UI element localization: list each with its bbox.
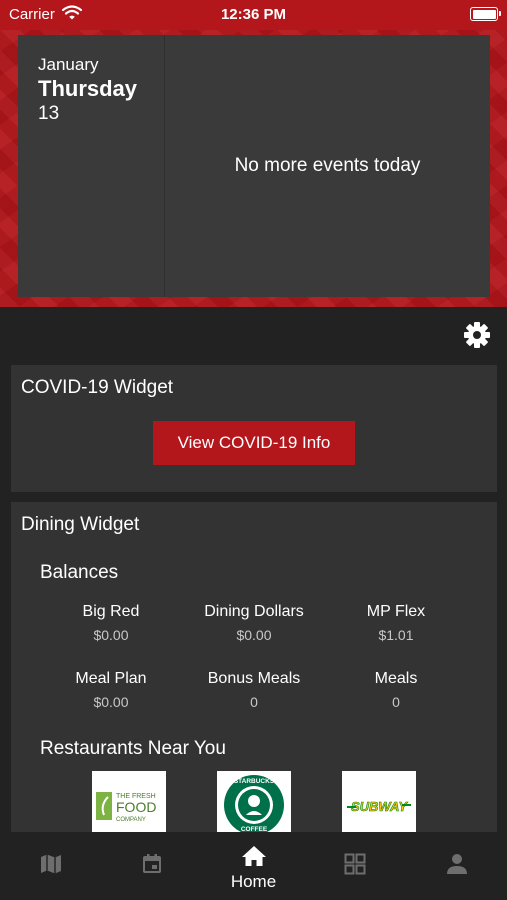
status-bar: Carrier 12:36 PM [0, 0, 507, 30]
balance-value: $0.00 [93, 694, 129, 710]
tab-calendar[interactable] [101, 832, 202, 900]
balance-name: Meals [374, 670, 418, 687]
restaurant-subway[interactable]: SUBWAY [342, 771, 416, 832]
person-icon [446, 854, 467, 874]
settings-gear-icon[interactable] [463, 321, 491, 349]
balance-value: $1.01 [378, 627, 414, 643]
restaurant-starbucks[interactable]: STARBUCKS COFFEE [217, 771, 291, 832]
tab-map[interactable] [0, 832, 101, 900]
fresh-food-logo-icon: THE FRESH FOOD COMPANY [96, 792, 156, 823]
svg-text:SUBWAY: SUBWAY [351, 799, 408, 814]
tab-profile[interactable] [406, 832, 507, 900]
no-events-message: No more events today [234, 155, 421, 176]
balance-dining-dollars: Dining Dollars $0.00 [184, 603, 324, 643]
header-banner: January Thursday 13 No more events today [0, 0, 507, 307]
balance-mp-flex: MP Flex $1.01 [326, 603, 466, 643]
balance-name: Dining Dollars [204, 603, 304, 620]
tab-home-label: Home [230, 872, 277, 891]
logo-line: COMPANY [116, 817, 146, 823]
dining-widget: Dining Widget Balances Big Red $0.00 Din… [11, 502, 497, 832]
logo-line: FOOD [116, 799, 156, 815]
balance-big-red: Big Red $0.00 [41, 603, 181, 643]
tab-home[interactable]: Home [203, 832, 304, 900]
tab-bar: Home [0, 832, 507, 900]
balance-bonus-meals: Bonus Meals 0 [184, 670, 324, 710]
starbucks-logo-icon: STARBUCKS COFFEE [224, 775, 284, 832]
balance-name: MP Flex [366, 603, 426, 620]
home-icon [241, 846, 266, 866]
grid-icon [344, 853, 365, 875]
subway-logo-icon: SUBWAY [347, 799, 411, 814]
balance-value: 0 [250, 694, 258, 710]
covid-widget-title: COVID-19 Widget [21, 377, 174, 398]
balance-name: Bonus Meals [207, 670, 301, 687]
covid-widget: COVID-19 Widget View COVID-19 Info [11, 365, 497, 492]
svg-text:STARBUCKS: STARBUCKS [234, 778, 275, 785]
tab-grid[interactable] [304, 832, 405, 900]
balances-heading: Balances [40, 562, 119, 583]
restaurants-heading: Restaurants Near You [40, 738, 226, 759]
day-number: 13 [38, 103, 60, 124]
calendar-card[interactable]: January Thursday 13 No more events today [18, 35, 490, 297]
balance-name: Meal Plan [75, 670, 147, 687]
balance-meals: Meals 0 [326, 670, 466, 710]
restaurant-fresh-food-company[interactable]: THE FRESH FOOD COMPANY [92, 771, 166, 832]
month-label: January [38, 55, 99, 74]
balance-name: Big Red [82, 603, 140, 620]
weekday-label: Thursday [38, 76, 138, 101]
battery-icon [470, 7, 501, 21]
balance-value: $0.00 [236, 627, 272, 643]
calendar-icon [142, 854, 161, 873]
date-column: January Thursday 13 [18, 35, 165, 297]
map-icon [40, 854, 61, 874]
dining-widget-title: Dining Widget [21, 514, 140, 535]
clock: 12:36 PM [220, 6, 287, 23]
balance-meal-plan: Meal Plan $0.00 [41, 670, 181, 710]
balance-value: 0 [392, 694, 400, 710]
balance-value: $0.00 [93, 627, 129, 643]
view-covid-info-button[interactable]: View COVID-19 Info [153, 421, 355, 465]
